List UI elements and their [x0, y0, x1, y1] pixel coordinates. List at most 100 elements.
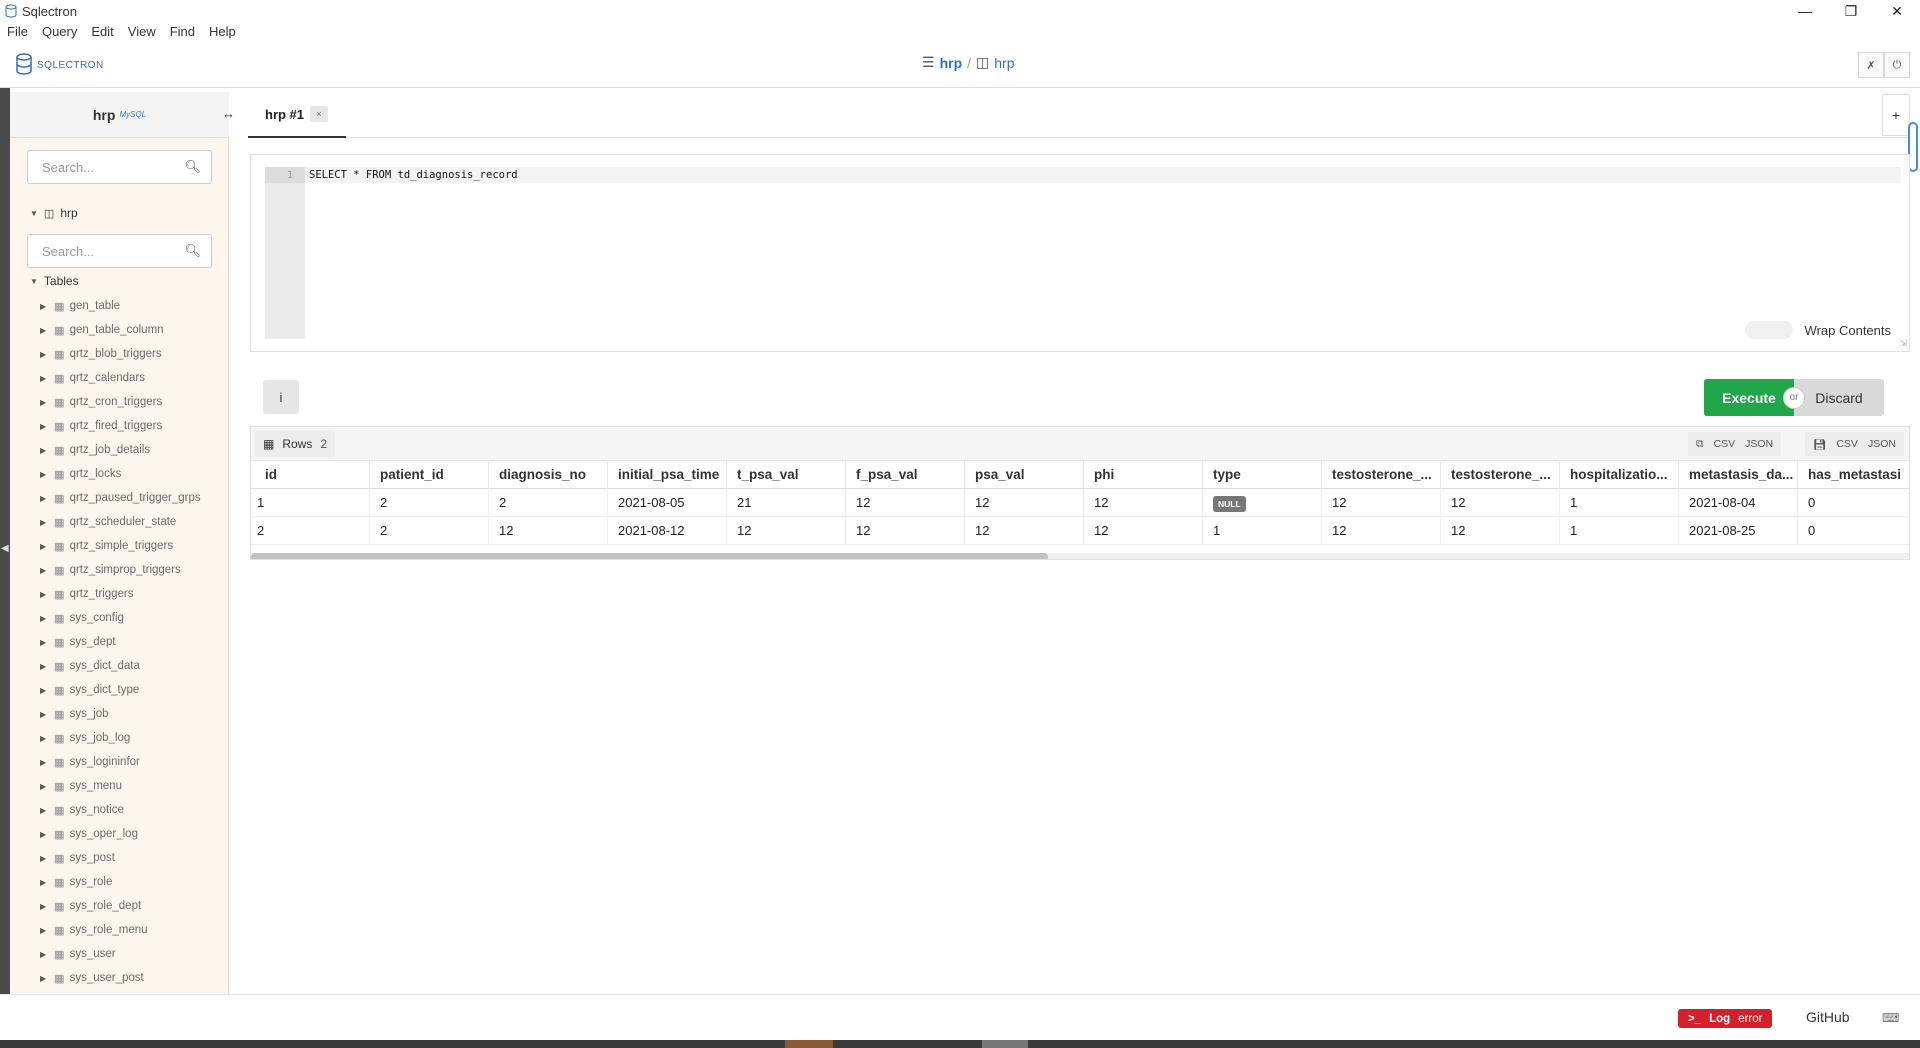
table-cell[interactable]: 12: [846, 517, 965, 545]
table-cell[interactable]: 1: [1560, 517, 1679, 545]
caret-right-icon[interactable]: ▶: [40, 350, 46, 359]
caret-down-icon[interactable]: ▼: [30, 209, 38, 218]
sidebar-table-item[interactable]: ▶ ▦ sys_job_log: [40, 726, 225, 750]
wrap-toggle[interactable]: [1744, 321, 1793, 339]
menu-view[interactable]: View: [121, 22, 163, 44]
caret-right-icon[interactable]: ▶: [40, 758, 46, 767]
sidebar-table-item[interactable]: ▶ ▦ qrtz_cron_triggers: [40, 390, 225, 414]
power-icon[interactable]: ⏻: [1884, 52, 1910, 78]
caret-right-icon[interactable]: ▶: [40, 926, 46, 935]
table-cell[interactable]: 2021-08-12: [608, 517, 727, 545]
disconnect-icon[interactable]: ✗: [1858, 52, 1884, 78]
query-editor[interactable]: 1 SELECT * FROM td_diagnosis_record Wrap…: [250, 154, 1910, 352]
sidebar-table-item[interactable]: ▶ ▦ gen_table: [40, 294, 225, 318]
sidebar-table-item[interactable]: ▶ ▦ sys_config: [40, 606, 225, 630]
sidebar-table-item[interactable]: ▶ ▦ qrtz_fired_triggers: [40, 414, 225, 438]
column-header[interactable]: testosterone_...: [1441, 461, 1560, 489]
execute-button[interactable]: Execute: [1704, 379, 1794, 416]
table-cell[interactable]: 12: [965, 517, 1084, 545]
menu-query[interactable]: Query: [35, 22, 84, 44]
table-cell[interactable]: 2: [251, 517, 370, 545]
caret-right-icon[interactable]: ▶: [40, 326, 46, 335]
collapse-arrow-icon[interactable]: ◀: [1, 543, 9, 554]
restore-icon[interactable]: ❐: [1828, 0, 1874, 22]
scrollbar-thumb[interactable]: [251, 553, 1048, 559]
table-search[interactable]: Search... 🔍︎: [27, 234, 212, 268]
table-cell[interactable]: 12: [1084, 517, 1203, 545]
taskbar-item[interactable]: [785, 1040, 833, 1048]
taskbar-item[interactable]: [982, 1040, 1028, 1048]
github-link[interactable]: GitHub: [1806, 1009, 1850, 1025]
table-cell[interactable]: 0: [1798, 489, 1909, 517]
caret-right-icon[interactable]: ▶: [40, 710, 46, 719]
table-cell[interactable]: 12: [1441, 489, 1560, 517]
column-header[interactable]: psa_val: [965, 461, 1084, 489]
caret-right-icon[interactable]: ▶: [40, 974, 46, 983]
sidebar-table-item[interactable]: ▶ ▦ sys_menu: [40, 774, 225, 798]
table-cell[interactable]: 21: [727, 489, 846, 517]
caret-right-icon[interactable]: ▶: [40, 734, 46, 743]
save-icon[interactable]: 💾︎: [1813, 438, 1826, 451]
tables-node[interactable]: ▼ Tables: [30, 274, 79, 288]
caret-right-icon[interactable]: ▶: [40, 662, 46, 671]
table-cell[interactable]: 12: [1322, 517, 1441, 545]
query-text[interactable]: SELECT * FROM td_diagnosis_record: [305, 167, 1901, 183]
copy-icon[interactable]: ⧉: [1696, 438, 1704, 451]
column-header[interactable]: phi: [1084, 461, 1203, 489]
close-icon[interactable]: ✕: [1874, 0, 1920, 22]
sidebar-table-item[interactable]: ▶ ▦ qrtz_job_details: [40, 438, 225, 462]
sidebar-table-item[interactable]: ▶ ▦ sys_post: [40, 846, 225, 870]
table-cell[interactable]: 0: [1798, 517, 1909, 545]
menu-help[interactable]: Help: [202, 22, 243, 44]
caret-right-icon[interactable]: ▶: [40, 518, 46, 527]
sidebar-table-item[interactable]: ▶ ▦ qrtz_blob_triggers: [40, 342, 225, 366]
sidebar-table-item[interactable]: ▶ ▦ gen_table_column: [40, 318, 225, 342]
caret-right-icon[interactable]: ▶: [40, 398, 46, 407]
breadcrumb-database[interactable]: hrp: [994, 55, 1014, 71]
caret-right-icon[interactable]: ▶: [40, 542, 46, 551]
log-error-button[interactable]: >_ Log error: [1678, 1009, 1773, 1028]
sidebar-table-item[interactable]: ▶ ▦ qrtz_calendars: [40, 366, 225, 390]
menu-file[interactable]: File: [0, 22, 35, 44]
caret-right-icon[interactable]: ▶: [40, 830, 46, 839]
column-header[interactable]: patient_id: [370, 461, 489, 489]
table-cell[interactable]: 1: [1560, 489, 1679, 517]
caret-right-icon[interactable]: ▶: [40, 638, 46, 647]
sidebar-table-item[interactable]: ▶ ▦ sys_role_dept: [40, 894, 225, 918]
column-header[interactable]: t_psa_val: [727, 461, 846, 489]
tab-query[interactable]: hrp #1 ×: [248, 92, 346, 138]
caret-right-icon[interactable]: ▶: [40, 902, 46, 911]
sidebar-table-item[interactable]: ▶ ▦ qrtz_simprop_triggers: [40, 558, 225, 582]
resize-handle-icon[interactable]: ⇲: [1899, 338, 1907, 349]
column-header[interactable]: f_psa_val: [846, 461, 965, 489]
table-cell[interactable]: 12: [965, 489, 1084, 517]
sidebar-table-item[interactable]: ▶ ▦ sys_user_post: [40, 966, 225, 990]
sidebar-table-item[interactable]: ▶ ▦ sys_oper_log: [40, 822, 225, 846]
table-cell[interactable]: NULL: [1203, 489, 1322, 517]
caret-right-icon[interactable]: ▶: [40, 854, 46, 863]
breadcrumb-server[interactable]: hrp: [940, 55, 963, 71]
keyboard-icon[interactable]: ⌨: [1882, 1011, 1899, 1025]
table-cell[interactable]: 12: [727, 517, 846, 545]
caret-right-icon[interactable]: ▶: [40, 950, 46, 959]
sidebar-table-item[interactable]: ▶ ▦ qrtz_scheduler_state: [40, 510, 225, 534]
caret-right-icon[interactable]: ▶: [40, 566, 46, 575]
caret-right-icon[interactable]: ▶: [40, 374, 46, 383]
table-cell[interactable]: 12: [1084, 489, 1203, 517]
save-json-button[interactable]: JSON: [1868, 438, 1896, 450]
database-node[interactable]: ▼ ◫ hrp: [30, 206, 78, 220]
table-cell[interactable]: 2: [489, 489, 608, 517]
sidebar-resize-handle[interactable]: ↔: [222, 106, 235, 121]
caret-right-icon[interactable]: ▶: [40, 878, 46, 887]
table-cell[interactable]: 2: [370, 517, 489, 545]
menu-edit[interactable]: Edit: [84, 22, 120, 44]
server-search-input[interactable]: Search...: [42, 160, 184, 175]
column-header[interactable]: metastasis_da...: [1679, 461, 1798, 489]
table-cell[interactable]: 12: [1322, 489, 1441, 517]
sidebar-collapse-strip[interactable]: ◀: [0, 88, 10, 994]
copy-csv-button[interactable]: CSV: [1714, 438, 1736, 450]
column-header[interactable]: diagnosis_no: [489, 461, 608, 489]
table-cell[interactable]: 2021-08-25: [1679, 517, 1798, 545]
column-header[interactable]: testosterone_...: [1322, 461, 1441, 489]
info-button[interactable]: i: [263, 380, 299, 414]
